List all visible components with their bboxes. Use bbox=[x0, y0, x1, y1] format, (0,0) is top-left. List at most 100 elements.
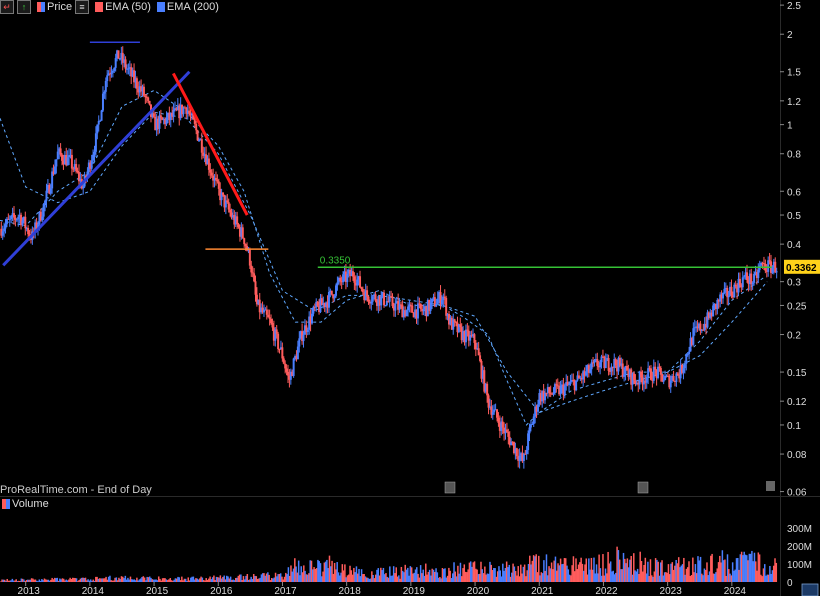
volume-bar bbox=[19, 581, 21, 582]
volume-bar bbox=[383, 574, 386, 582]
candle-body bbox=[226, 200, 229, 203]
volume-bar bbox=[575, 558, 577, 582]
volume-bar bbox=[78, 580, 80, 582]
candle-body bbox=[148, 100, 151, 105]
volume-bar bbox=[713, 573, 716, 582]
candle-body bbox=[117, 50, 120, 59]
volume-bar bbox=[260, 574, 263, 582]
volume-bar bbox=[291, 571, 293, 582]
candle-body bbox=[416, 303, 419, 319]
candle-body bbox=[366, 290, 369, 297]
price-chart[interactable]: 0.3350 2.5 2 1.5 1.2 1 0.8 0.6 0.5 0.4 0.3 0.25 0.2… bbox=[0, 0, 820, 596]
candle-body bbox=[548, 387, 551, 394]
volume-bar bbox=[512, 563, 514, 582]
volume-bar bbox=[195, 578, 197, 582]
volume-bar bbox=[671, 562, 674, 582]
volume-bar bbox=[419, 565, 422, 582]
candle-body bbox=[342, 274, 345, 283]
candle-body bbox=[250, 265, 253, 273]
volume-bar bbox=[511, 572, 513, 582]
volume-bar bbox=[428, 569, 431, 582]
volume-bar bbox=[751, 550, 753, 582]
candle-body bbox=[419, 303, 422, 309]
y-tick-label: 0.4 bbox=[787, 240, 801, 251]
candle-body bbox=[243, 238, 246, 245]
volume-bar bbox=[95, 576, 97, 582]
volume-bar bbox=[20, 578, 23, 582]
volume-bar bbox=[410, 567, 413, 582]
volume-bar bbox=[327, 568, 329, 582]
volume-bar bbox=[159, 578, 161, 582]
volume-bar bbox=[374, 574, 377, 582]
candle-body bbox=[51, 171, 54, 189]
volume-bar bbox=[674, 565, 676, 582]
x-tick-label: 2014 bbox=[82, 586, 105, 596]
candle-body bbox=[99, 120, 102, 122]
candle-body bbox=[165, 117, 168, 125]
volume-bar bbox=[218, 577, 220, 582]
volume-bar bbox=[268, 574, 270, 582]
candle-body bbox=[459, 324, 462, 328]
volume-bar bbox=[558, 565, 561, 582]
volume-bar bbox=[38, 579, 41, 582]
volume-bar bbox=[508, 564, 510, 582]
candle-body bbox=[118, 58, 121, 60]
volume-bar bbox=[214, 580, 216, 582]
candle-body bbox=[111, 70, 114, 73]
volume-bar bbox=[615, 572, 617, 582]
candle-body bbox=[589, 369, 592, 373]
candle-body bbox=[479, 355, 482, 361]
volume-bar bbox=[164, 578, 166, 582]
volume-bar bbox=[563, 558, 566, 582]
candle-body bbox=[730, 286, 733, 296]
volume-bar bbox=[481, 569, 484, 582]
volume-bar bbox=[726, 554, 729, 582]
volume-bar bbox=[495, 576, 498, 582]
candle-body bbox=[93, 151, 96, 155]
volume-bar bbox=[150, 577, 152, 582]
volume-bar bbox=[434, 571, 436, 582]
volume-bar bbox=[188, 580, 191, 582]
volume-bar bbox=[724, 559, 726, 582]
volume-bar bbox=[608, 563, 611, 582]
volume-bar bbox=[281, 576, 283, 582]
candle-body bbox=[356, 279, 359, 286]
volume-bar bbox=[44, 579, 47, 582]
volume-bars bbox=[0, 546, 778, 582]
volume-bar bbox=[255, 576, 258, 582]
volume-bar bbox=[1, 579, 3, 582]
volume-bar bbox=[539, 575, 541, 582]
volume-bar bbox=[312, 569, 314, 582]
candle-body bbox=[734, 284, 737, 287]
y-tick-label: 0.8 bbox=[787, 150, 801, 161]
candle-body bbox=[741, 277, 744, 288]
candle-body bbox=[104, 81, 107, 92]
candle-body bbox=[726, 287, 729, 298]
volume-bar bbox=[79, 578, 82, 582]
y-tick-label: 0.08 bbox=[787, 450, 807, 461]
candle-body bbox=[144, 95, 147, 97]
volume-legend[interactable]: Volume bbox=[0, 497, 49, 511]
candle-body bbox=[374, 294, 377, 301]
candles bbox=[0, 46, 778, 469]
volume-bar bbox=[382, 567, 385, 582]
candle-body bbox=[110, 72, 113, 74]
candle-body bbox=[686, 354, 689, 356]
volume-bar bbox=[761, 576, 763, 582]
volume-bar bbox=[426, 574, 428, 582]
volume-bar bbox=[665, 572, 667, 582]
y-tick-label: 0.3 bbox=[787, 278, 801, 289]
volume-bar bbox=[742, 555, 744, 582]
volume-bar bbox=[270, 578, 273, 582]
volume-bar bbox=[430, 575, 432, 582]
volume-bar bbox=[552, 569, 554, 582]
candle-body bbox=[360, 287, 363, 290]
volume-bar bbox=[407, 567, 409, 582]
volume-bar bbox=[227, 576, 229, 582]
candle-body bbox=[278, 349, 281, 351]
volume-bar bbox=[580, 557, 582, 582]
candle-body bbox=[198, 140, 201, 142]
volume-bar bbox=[449, 570, 451, 582]
candle-body bbox=[124, 59, 127, 69]
candle-body bbox=[267, 314, 270, 318]
